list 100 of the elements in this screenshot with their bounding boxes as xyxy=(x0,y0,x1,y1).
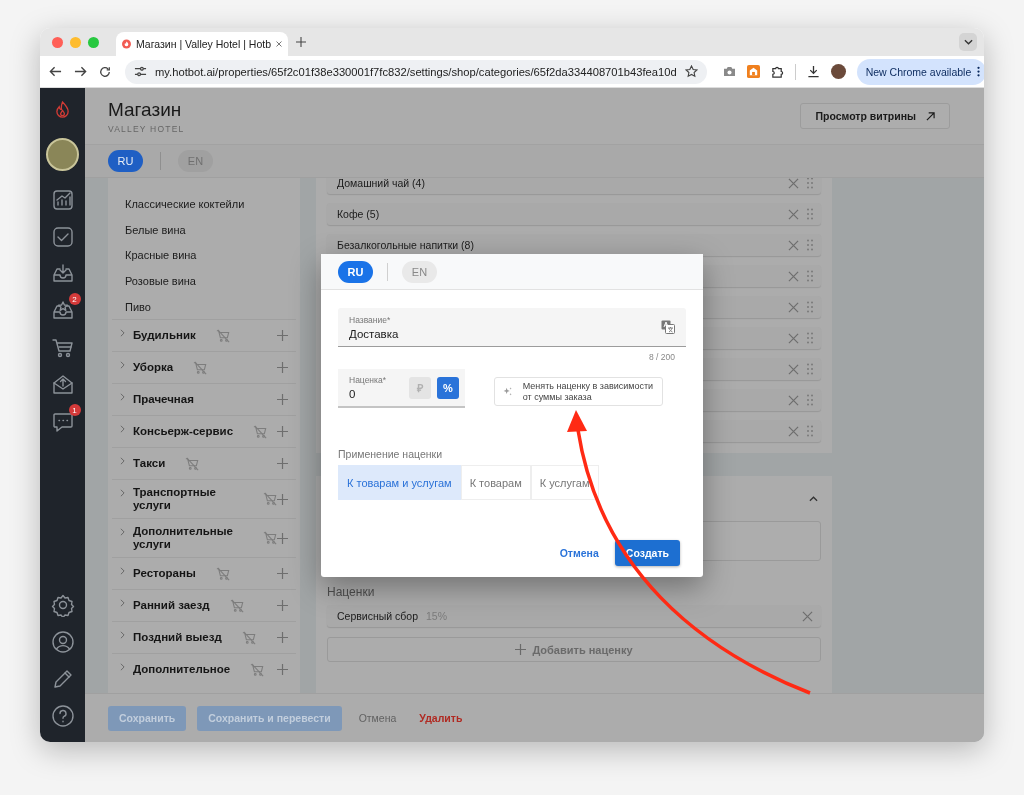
tab-search-button[interactable] xyxy=(959,33,977,51)
chevron-up-icon[interactable] xyxy=(809,495,818,502)
subcategory-item[interactable]: Пиво xyxy=(112,293,296,320)
profile-avatar[interactable] xyxy=(830,64,846,79)
drag-handle-icon[interactable] xyxy=(807,178,813,189)
add-icon[interactable] xyxy=(277,362,288,374)
add-icon[interactable] xyxy=(277,568,288,580)
chevron-right-icon[interactable] xyxy=(120,489,125,498)
unit-toggle[interactable]: % xyxy=(437,376,459,399)
add-icon[interactable] xyxy=(277,532,288,544)
back-icon[interactable] xyxy=(49,65,62,78)
add-icon[interactable] xyxy=(277,458,288,470)
close-icon[interactable] xyxy=(788,270,799,282)
subcategory-item[interactable]: Красные вина xyxy=(112,242,296,269)
flame-icon[interactable] xyxy=(55,101,70,120)
category-name[interactable]: Будильник xyxy=(133,329,196,343)
camera-icon[interactable] xyxy=(722,66,736,77)
add-icon[interactable] xyxy=(277,394,288,406)
subcategory-item[interactable]: Классические коктейли xyxy=(112,191,296,217)
chevron-right-icon[interactable] xyxy=(120,393,125,402)
dynamic-markup-button[interactable]: Менять наценку в зависимости от суммы заказа xyxy=(494,377,663,406)
chevron-right-icon[interactable] xyxy=(120,425,125,434)
storefront-button[interactable]: Просмотр витрины xyxy=(800,103,950,129)
drag-handle-icon[interactable] xyxy=(807,239,813,251)
close-icon[interactable] xyxy=(802,610,813,622)
markup-field[interactable]: Наценка* 0 ₽ % xyxy=(338,369,465,408)
create-button[interactable]: Создать xyxy=(614,540,680,566)
close-icon[interactable] xyxy=(788,208,799,220)
close-icon[interactable] xyxy=(788,363,799,375)
site-settings-icon[interactable] xyxy=(134,65,147,78)
drag-handle-icon[interactable] xyxy=(807,363,813,375)
forward-icon[interactable] xyxy=(74,65,87,78)
close-icon[interactable] xyxy=(788,239,799,251)
segment-option[interactable]: К товарам и услугам xyxy=(338,465,461,500)
language-tab[interactable]: RU xyxy=(338,260,373,283)
drag-handle-icon[interactable] xyxy=(807,425,813,437)
chevron-right-icon[interactable] xyxy=(120,631,125,640)
extension-icon[interactable] xyxy=(746,65,760,78)
subcategory-item[interactable]: Розовые вина xyxy=(112,268,296,294)
close-icon[interactable] xyxy=(788,178,799,189)
chevron-right-icon[interactable] xyxy=(120,361,125,370)
user-icon[interactable] xyxy=(50,629,75,654)
chart-icon[interactable] xyxy=(50,187,75,212)
category-name[interactable]: Дополнительное xyxy=(133,663,231,677)
category-row[interactable]: Безалкогольные напитки (8) xyxy=(327,234,821,256)
chevron-right-icon[interactable] xyxy=(120,528,125,537)
segment-option[interactable]: К услугам xyxy=(530,465,599,500)
checkbox-icon[interactable] xyxy=(50,224,75,249)
drag-handle-icon[interactable] xyxy=(807,270,813,282)
chevron-right-icon[interactable] xyxy=(120,567,125,576)
close-icon[interactable] xyxy=(788,394,799,406)
category-name[interactable]: Рестораны xyxy=(133,567,196,581)
close-icon[interactable] xyxy=(788,301,799,313)
name-field[interactable]: Название* Доставка xyxy=(338,308,686,347)
close-icon[interactable] xyxy=(788,332,799,344)
chevron-right-icon[interactable] xyxy=(120,599,125,608)
drag-handle-icon[interactable] xyxy=(807,332,813,344)
reload-icon[interactable] xyxy=(99,65,111,78)
category-name[interactable]: Уборка xyxy=(133,361,174,375)
category-name[interactable]: Поздний выезд xyxy=(133,631,222,645)
chevron-right-icon[interactable] xyxy=(120,457,125,466)
chevron-down-icon[interactable] xyxy=(963,39,973,45)
maximize-window-button[interactable] xyxy=(88,36,99,48)
category-row[interactable]: Домашний чай (4) xyxy=(327,178,821,194)
browser-tab[interactable]: Магазин | Valley Hotel | Hotb xyxy=(116,32,288,56)
language-tab[interactable]: RU xyxy=(108,150,143,172)
add-icon[interactable] xyxy=(277,600,288,612)
translate-icon[interactable] xyxy=(661,320,675,334)
cancel-button[interactable]: Отмена xyxy=(559,547,599,559)
close-window-button[interactable] xyxy=(52,36,63,48)
add-icon[interactable] xyxy=(277,330,288,342)
new-tab-icon[interactable] xyxy=(296,37,306,47)
puzzle-icon[interactable] xyxy=(770,65,784,78)
hotel-avatar[interactable] xyxy=(46,138,79,171)
update-button[interactable]: New Chrome available xyxy=(856,58,984,85)
address-bar[interactable]: my.hotbot.ai/properties/65f2c01f38e330001f7fc832/settings/shop/categories/65f2da334408701b43fea10d xyxy=(125,59,707,84)
envelope-upload-icon[interactable] xyxy=(50,372,75,397)
category-name[interactable]: Дополнительные услуги xyxy=(133,525,243,552)
add-icon[interactable] xyxy=(277,426,288,438)
bookmark-star-icon[interactable] xyxy=(684,65,698,78)
category-row[interactable]: Кофе (5) xyxy=(327,203,821,225)
subcategory-item[interactable]: Белые вина xyxy=(112,216,296,243)
category-name[interactable]: Ранний заезд xyxy=(133,599,210,613)
add-icon[interactable] xyxy=(277,664,288,676)
chevron-right-icon[interactable] xyxy=(120,329,125,338)
close-icon[interactable] xyxy=(788,425,799,437)
minimize-window-button[interactable] xyxy=(70,36,81,48)
close-icon[interactable] xyxy=(276,40,282,48)
plus-icon[interactable] xyxy=(515,644,527,655)
segment-option[interactable]: К товарам xyxy=(460,465,531,500)
category-name[interactable]: Транспортные услуги xyxy=(133,486,243,513)
drag-handle-icon[interactable] xyxy=(807,208,813,220)
help-icon[interactable] xyxy=(50,703,75,728)
settings-icon[interactable] xyxy=(50,592,75,617)
add-icon[interactable] xyxy=(277,493,288,505)
drag-handle-icon[interactable] xyxy=(807,394,813,406)
category-name[interactable]: Прачечная xyxy=(133,393,194,407)
chevron-right-icon[interactable] xyxy=(120,663,125,672)
add-icon[interactable] xyxy=(277,632,288,644)
category-name[interactable]: Такси xyxy=(133,457,166,471)
